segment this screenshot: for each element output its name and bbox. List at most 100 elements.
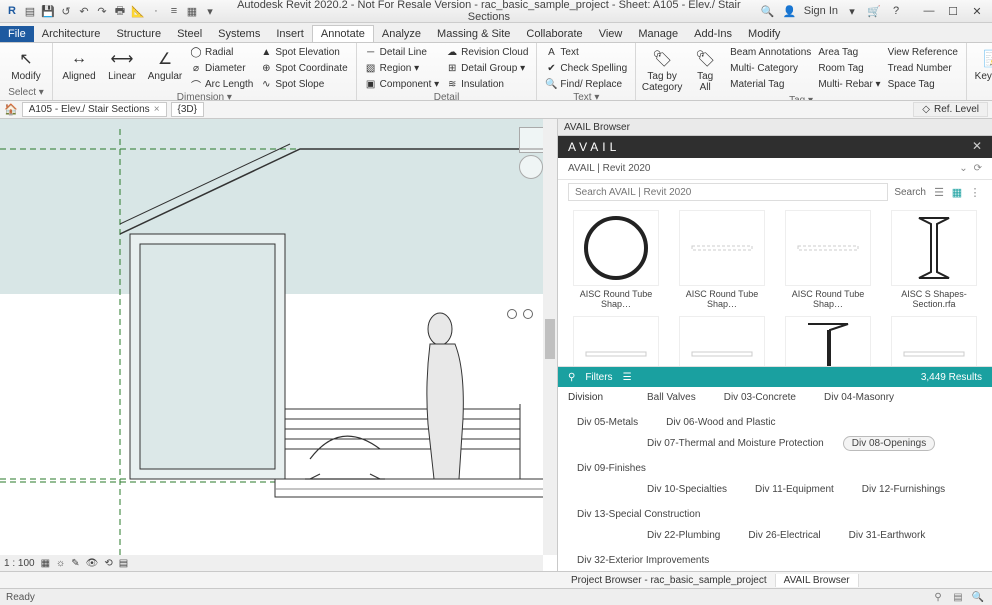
- grid-view-icon[interactable]: ▦: [950, 185, 964, 199]
- zoom-icon[interactable]: 🔍: [970, 590, 986, 604]
- close-button[interactable]: ✕: [966, 3, 988, 19]
- room-tag-button[interactable]: Room Tag: [816, 61, 882, 76]
- filter-pill[interactable]: Div 09-Finishes: [568, 461, 655, 476]
- steering-wheel-icon[interactable]: [519, 155, 543, 179]
- undo-icon[interactable]: ↶: [76, 3, 92, 19]
- region-button[interactable]: ▧Region ▾: [363, 61, 442, 76]
- vc-icon[interactable]: ✎: [71, 558, 79, 569]
- tab-massing[interactable]: Massing & Site: [429, 26, 518, 42]
- vc-icon[interactable]: ⟲: [104, 558, 112, 569]
- filter-pill[interactable]: Div 11-Equipment: [746, 482, 843, 497]
- vc-icon[interactable]: ▦: [41, 558, 50, 569]
- filter-pill[interactable]: Div 26-Electrical: [739, 528, 829, 543]
- filter-pill[interactable]: Div 04-Masonry: [815, 390, 903, 405]
- refresh-icon[interactable]: ⟳: [974, 163, 982, 174]
- filter-pill[interactable]: Div 22-Plumbing: [638, 528, 729, 543]
- filter-pill[interactable]: Div 07-Thermal and Moisture Protection: [638, 436, 833, 451]
- multi-rebar-button[interactable]: Space Tag: [886, 77, 960, 92]
- keynote-button[interactable]: 📝Keynote: [973, 45, 992, 84]
- user-icon[interactable]: 👤: [782, 3, 798, 19]
- tread-num-button[interactable]: Tread Number: [886, 61, 960, 76]
- spot-coord-button[interactable]: ⊕Spot Coordinate: [258, 61, 349, 76]
- open-icon[interactable]: ▤: [22, 3, 38, 19]
- insulation-button[interactable]: ≋Insulation: [444, 77, 530, 92]
- worksets-icon[interactable]: ▤: [950, 590, 966, 604]
- avail-item[interactable]: AISC ST Shapes-Side.rfa: [886, 316, 982, 366]
- avail-item[interactable]: AISC Round Tube Shap…: [674, 210, 770, 310]
- vc-icon[interactable]: 👁: [86, 558, 99, 569]
- revcloud-button[interactable]: ☁Revision Cloud: [444, 45, 530, 60]
- more-icon[interactable]: ⋮: [968, 185, 982, 199]
- multicat-button[interactable]: Multi- Category: [728, 61, 813, 76]
- avail-item[interactable]: AISC S Shapes-Side.rfa: [568, 316, 664, 366]
- spot-slope-button[interactable]: ∿Spot Slope: [258, 77, 349, 92]
- cart-icon[interactable]: 🛒: [866, 3, 882, 19]
- diameter-button[interactable]: ⌀Diameter: [188, 61, 255, 76]
- filter-pill[interactable]: Div 05-Metals: [568, 415, 647, 430]
- list-view-icon[interactable]: ☰: [932, 185, 946, 199]
- avail-item[interactable]: AISC S Shapes-Section.rfa: [886, 210, 982, 310]
- chevron-down-icon[interactable]: ⌄: [959, 163, 967, 174]
- tab-systems[interactable]: Systems: [210, 26, 268, 42]
- linear-button[interactable]: ⟷Linear: [102, 45, 142, 92]
- avail-item[interactable]: AISC Round Tube Shap…: [780, 210, 876, 310]
- close-hidden-icon[interactable]: ▦: [184, 3, 200, 19]
- avail-item[interactable]: AISC Round Tube Shap…: [568, 210, 664, 310]
- sync-icon[interactable]: ↺: [58, 3, 74, 19]
- save-icon[interactable]: 💾: [40, 3, 56, 19]
- maximize-button[interactable]: ☐: [942, 3, 964, 19]
- modify-button[interactable]: ↖ Modify: [6, 45, 46, 84]
- close-icon[interactable]: ×: [154, 104, 160, 115]
- tab-addins[interactable]: Add-Ins: [686, 26, 740, 42]
- tab-collaborate[interactable]: Collaborate: [518, 26, 590, 42]
- doc-tab-a105[interactable]: A105 - Elev./ Stair Sections ×: [22, 102, 167, 117]
- drawing-canvas[interactable]: 1 : 100 ▦ ☼ ✎ 👁 ⟲ ▤: [0, 119, 558, 571]
- filter-pill-selected[interactable]: Div 08-Openings: [843, 436, 935, 451]
- area-tag-button[interactable]: Area Tag: [816, 45, 882, 60]
- btab-avail[interactable]: AVAIL Browser: [776, 574, 859, 587]
- scale-display[interactable]: 1 : 100: [4, 558, 35, 569]
- dropdown-icon[interactable]: ▾: [202, 3, 218, 19]
- filter-status-icon[interactable]: ⚲: [930, 590, 946, 604]
- spot-elev-button[interactable]: ▲Spot Elevation: [258, 45, 349, 60]
- tab-architecture[interactable]: Architecture: [34, 26, 109, 42]
- filter-pill[interactable]: Div 13-Special Construction: [568, 507, 709, 522]
- tab-file[interactable]: File: [0, 26, 34, 42]
- material-tag-button[interactable]: Material Tag: [728, 77, 813, 92]
- aligned-button[interactable]: ↔Aligned: [59, 45, 99, 92]
- measure-icon[interactable]: 📐: [130, 3, 146, 19]
- close-icon[interactable]: ✕: [972, 139, 986, 153]
- redo-icon[interactable]: ↷: [94, 3, 110, 19]
- tab-manage[interactable]: Manage: [630, 26, 686, 42]
- avail-item[interactable]: AISC S Shapes-Top.rfa: [674, 316, 770, 366]
- beam-anno-button[interactable]: Beam Annotations: [728, 45, 813, 60]
- view-cube-icon[interactable]: [519, 127, 545, 153]
- scrollbar-vertical[interactable]: [543, 119, 557, 555]
- avail-search-button[interactable]: Search: [894, 187, 926, 198]
- tab-annotate[interactable]: Annotate: [312, 25, 374, 42]
- scroll-thumb[interactable]: [545, 319, 555, 359]
- filter-pill[interactable]: Div 31-Earthwork: [840, 528, 935, 543]
- arclength-button[interactable]: ⌒Arc Length: [188, 77, 255, 92]
- filter-pill[interactable]: Div 06-Wood and Plastic: [657, 415, 784, 430]
- filter-pill[interactable]: Div 10-Specialties: [638, 482, 736, 497]
- tab-view[interactable]: View: [591, 26, 631, 42]
- tab-steel[interactable]: Steel: [169, 26, 210, 42]
- space-tag-button[interactable]: Multi- Rebar ▾: [816, 77, 882, 92]
- doc-tab-3d[interactable]: {3D}: [171, 102, 204, 117]
- thin-lines-icon[interactable]: ≡: [166, 3, 182, 19]
- detailgroup-button[interactable]: ⊞Detail Group ▾: [444, 61, 530, 76]
- print-icon[interactable]: 🖶: [112, 3, 128, 19]
- view-ref-button[interactable]: View Reference: [886, 45, 960, 60]
- doc-home-icon[interactable]: 🏠: [4, 103, 18, 116]
- search-icon[interactable]: 🔍: [760, 3, 776, 19]
- find-button[interactable]: 🔍Find/ Replace: [543, 77, 629, 92]
- menu-icon[interactable]: ☰: [623, 372, 632, 383]
- filter-pill[interactable]: Div 12-Furnishings: [853, 482, 954, 497]
- dd-icon[interactable]: ▾: [844, 3, 860, 19]
- tab-analyze[interactable]: Analyze: [374, 26, 429, 42]
- component-button[interactable]: ▣Component ▾: [363, 77, 442, 92]
- detail-line-button[interactable]: ─Detail Line: [363, 45, 442, 60]
- filter-pill[interactable]: Div 32-Exterior Improvements: [568, 553, 718, 568]
- vc-icon[interactable]: ▤: [119, 558, 128, 569]
